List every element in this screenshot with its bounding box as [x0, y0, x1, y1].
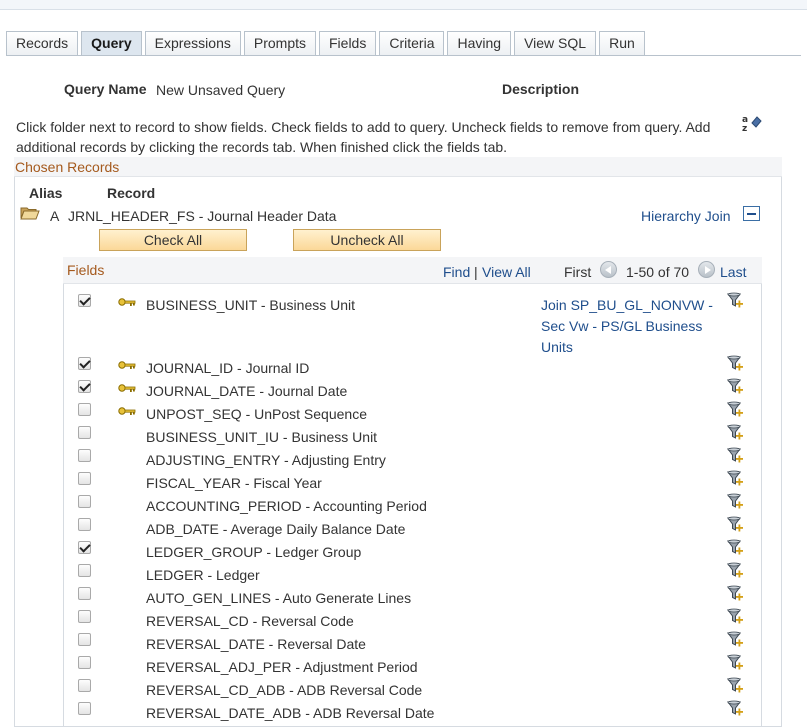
svg-text:z: z: [742, 124, 747, 133]
key-icon: [118, 358, 136, 369]
tab-view-sql[interactable]: View SQL: [514, 31, 597, 55]
field-label: ACCOUNTING_PERIOD - Accounting Period: [146, 498, 427, 514]
record-column-header: Record: [107, 185, 156, 201]
row-range: 1-50 of 70: [626, 264, 690, 280]
field-checkbox[interactable]: [78, 610, 91, 623]
field-checkbox[interactable]: [78, 518, 91, 531]
collapse-record-button[interactable]: [743, 206, 760, 221]
add-criteria-funnel-icon[interactable]: [727, 401, 744, 418]
field-checkbox[interactable]: [78, 403, 91, 416]
chosen-records-header: [14, 157, 782, 177]
add-criteria-funnel-icon[interactable]: [727, 562, 744, 579]
field-label: REVERSAL_DATE - Reversal Date: [146, 636, 366, 652]
query-name-label: Query Name: [64, 81, 147, 97]
field-checkbox[interactable]: [78, 472, 91, 485]
field-checkbox[interactable]: [78, 380, 91, 393]
add-criteria-funnel-icon[interactable]: [727, 585, 744, 602]
tab-records[interactable]: Records: [6, 31, 79, 55]
add-criteria-funnel-icon[interactable]: [727, 493, 744, 510]
description-label: Description: [502, 81, 580, 97]
tab-query[interactable]: Query: [81, 31, 142, 55]
first-label: First: [564, 264, 592, 280]
field-label: REVERSAL_ADJ_PER - Adjustment Period: [146, 659, 418, 675]
field-label: FISCAL_YEAR - Fiscal Year: [146, 475, 322, 491]
field-checkbox[interactable]: [78, 294, 91, 307]
tab-having[interactable]: Having: [447, 31, 512, 55]
top-band: [0, 0, 807, 10]
key-icon: [118, 295, 136, 306]
field-label: LEDGER_GROUP - Ledger Group: [146, 544, 362, 560]
add-criteria-funnel-icon[interactable]: [727, 447, 744, 464]
add-criteria-funnel-icon[interactable]: [727, 677, 744, 694]
fields-grid-title: Fields: [67, 262, 105, 278]
field-label: JOURNAL_DATE - Journal Date: [146, 383, 348, 399]
query-name-value: New Unsaved Query: [156, 82, 286, 98]
field-label: BUSINESS_UNIT_IU - Business Unit: [146, 429, 378, 445]
field-label: BUSINESS_UNIT - Business Unit: [146, 297, 356, 313]
field-checkbox[interactable]: [78, 495, 91, 508]
find-link[interactable]: Find: [443, 264, 470, 280]
field-checkbox[interactable]: [78, 426, 91, 439]
uncheck-all-button[interactable]: Uncheck All: [293, 229, 441, 251]
field-checkbox[interactable]: [78, 587, 91, 600]
tab-prompts[interactable]: Prompts: [243, 31, 316, 55]
record-alias: A: [50, 208, 60, 224]
add-criteria-funnel-icon[interactable]: [727, 470, 744, 487]
join-record-link[interactable]: Join SP_BU_GL_NONVW - Sec Vw - PS/GL Bus…: [541, 295, 731, 358]
add-criteria-funnel-icon[interactable]: [727, 631, 744, 648]
field-label: UNPOST_SEQ - UnPost Sequence: [146, 406, 367, 422]
tab-run[interactable]: Run: [599, 31, 645, 55]
sort-az-icon[interactable]: a z: [741, 113, 763, 134]
add-criteria-funnel-icon[interactable]: [727, 700, 744, 717]
field-checkbox[interactable]: [78, 564, 91, 577]
field-label: REVERSAL_CD_ADB - ADB Reversal Code: [146, 682, 423, 698]
field-label: LEDGER - Ledger: [146, 567, 260, 583]
tab-underline: [6, 55, 801, 56]
field-label: JOURNAL_ID - Journal ID: [146, 360, 310, 376]
add-criteria-funnel-icon[interactable]: [727, 516, 744, 533]
field-checkbox[interactable]: [78, 656, 91, 669]
field-label: REVERSAL_DATE_ADB - ADB Reversal Date: [146, 705, 435, 721]
add-criteria-funnel-icon[interactable]: [727, 539, 744, 556]
add-criteria-funnel-icon[interactable]: [727, 424, 744, 441]
view-all-link[interactable]: View All: [482, 264, 531, 280]
tab-bar: Records Query Expressions Prompts Fields…: [6, 31, 648, 55]
alias-column-header: Alias: [29, 185, 63, 201]
tab-criteria[interactable]: Criteria: [379, 31, 445, 55]
field-checkbox[interactable]: [78, 679, 91, 692]
add-criteria-funnel-icon[interactable]: [727, 654, 744, 671]
last-link[interactable]: Last: [720, 264, 746, 280]
key-icon: [118, 404, 136, 415]
folder-open-icon[interactable]: [20, 206, 40, 220]
field-checkbox[interactable]: [78, 449, 91, 462]
check-all-button[interactable]: Check All: [99, 229, 247, 251]
record-name: JRNL_HEADER_FS - Journal Header Data: [68, 208, 337, 224]
field-checkbox[interactable]: [78, 357, 91, 370]
field-label: ADB_DATE - Average Daily Balance Date: [146, 521, 406, 537]
tab-fields[interactable]: Fields: [319, 31, 377, 55]
previous-page-icon[interactable]: [600, 261, 617, 278]
field-checkbox[interactable]: [78, 702, 91, 715]
next-page-icon[interactable]: [698, 261, 715, 278]
add-criteria-funnel-icon[interactable]: [727, 378, 744, 395]
field-checkbox[interactable]: [78, 541, 91, 554]
nav-separator: |: [474, 264, 478, 280]
add-criteria-funnel-icon[interactable]: [727, 608, 744, 625]
tab-expressions[interactable]: Expressions: [144, 31, 241, 55]
field-label: REVERSAL_CD - Reversal Code: [146, 613, 354, 629]
field-label: AUTO_GEN_LINES - Auto Generate Lines: [146, 590, 412, 606]
field-checkbox[interactable]: [78, 633, 91, 646]
field-label: ADJUSTING_ENTRY - Adjusting Entry: [146, 452, 386, 468]
key-icon: [118, 381, 136, 392]
hierarchy-join-link[interactable]: Hierarchy Join: [641, 208, 730, 224]
instructions-text: Click folder next to record to show fiel…: [16, 119, 711, 155]
chosen-records-title: Chosen Records: [15, 159, 120, 175]
